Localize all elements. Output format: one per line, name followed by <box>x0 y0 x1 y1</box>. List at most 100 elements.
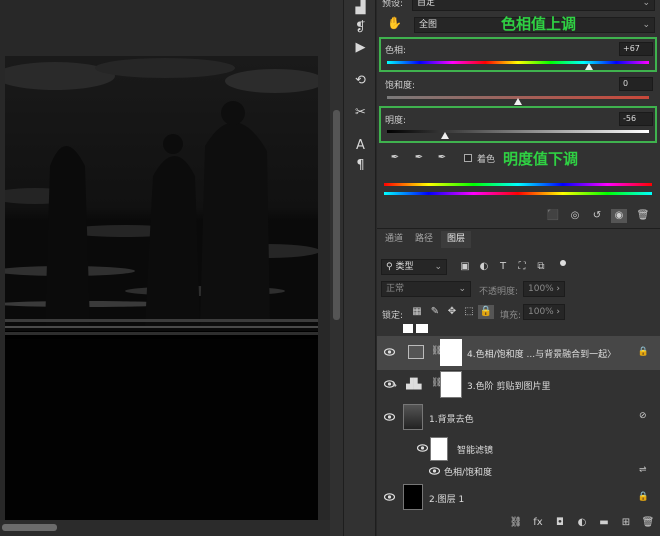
layer-thumbnail[interactable] <box>403 404 423 430</box>
vertical-scrollbar[interactable] <box>330 0 343 536</box>
reset-icon[interactable]: ↺ <box>589 209 605 223</box>
layer-mask-thumbnail[interactable] <box>440 371 462 398</box>
targeted-adjustment-hand-icon[interactable]: ✋ <box>387 16 402 32</box>
blend-mode-select[interactable]: 正常 ⌄ <box>381 281 471 297</box>
eye-icon[interactable] <box>384 413 395 421</box>
preset-select[interactable]: 自定 ⌄ <box>412 0 655 11</box>
lock-all-icon[interactable]: 🔒 <box>478 305 494 319</box>
smart-filter-mask-thumbnail[interactable] <box>430 437 448 461</box>
info-icon[interactable]: ❡ <box>352 20 369 36</box>
eye-icon[interactable] <box>429 467 440 475</box>
hue-slider-track[interactable] <box>387 61 649 64</box>
scroll-thumb[interactable] <box>2 524 57 531</box>
tab-paths[interactable]: 路径 <box>409 231 439 248</box>
annotation-lightness-down: 明度值下调 <box>503 150 579 168</box>
scroll-thumb[interactable] <box>333 110 340 320</box>
layer-name[interactable]: 2.图层 1 <box>429 492 464 505</box>
layer-name[interactable]: 1.背景去色 <box>429 412 474 425</box>
layer-row[interactable]: 2.图层 1 🔒 <box>377 481 660 515</box>
new-layer-icon[interactable]: ⊞ <box>618 516 634 530</box>
lock-icon: 🔒 <box>637 347 649 357</box>
layer-filter-select[interactable]: ⚲ 类型 ⌄ <box>381 259 447 275</box>
lock-transparent-icon[interactable]: ▦ <box>409 305 425 319</box>
smart-filter-item[interactable]: 色相/饱和度 ⇌ <box>377 462 660 480</box>
eyedropper-minus-icon[interactable]: ✒ <box>434 151 450 165</box>
eye-icon[interactable] <box>384 348 395 356</box>
delete-layer-icon[interactable]: 🗑 <box>640 516 656 530</box>
pixel-filter-icon[interactable]: ▣ <box>457 260 473 274</box>
tool-presets-icon[interactable]: ✂ <box>352 105 369 121</box>
lock-artboard-icon[interactable]: ⬚ <box>461 305 477 319</box>
saturation-slider-thumb[interactable] <box>514 98 522 105</box>
view-previous-icon[interactable]: ◎ <box>567 209 583 223</box>
smart-filter-name[interactable]: 色相/饱和度 <box>444 465 492 478</box>
filter-blending-options-icon[interactable]: ⇌ <box>639 465 647 475</box>
shape-filter-icon[interactable]: ⛶ <box>514 260 530 274</box>
filter-kind-value: 类型 <box>395 262 414 272</box>
eyedropper-icon[interactable]: ✒ <box>387 151 403 165</box>
smart-object-filter-icon[interactable]: ⧉ <box>533 260 549 274</box>
history-icon[interactable]: ⟲ <box>352 73 369 89</box>
layer-mask-thumbnail <box>416 324 428 333</box>
eyedropper-plus-icon[interactable]: ✒ <box>411 151 427 165</box>
lightness-label: 明度: <box>385 116 407 126</box>
adjustment-filter-icon[interactable]: ◐ <box>476 260 492 274</box>
layer-mask-thumbnail[interactable] <box>440 339 462 366</box>
preset-value: 自定 <box>417 0 436 8</box>
lock-icon: 🔒 <box>637 492 649 502</box>
source-spectrum-bar <box>384 183 652 186</box>
result-spectrum-bar <box>384 192 652 195</box>
add-mask-icon[interactable]: ◘ <box>552 516 568 530</box>
layer-thumbnail[interactable] <box>403 484 423 510</box>
levels-adjustment-icon: ▟▙ <box>406 379 422 390</box>
opacity-field[interactable]: 100% › <box>523 281 565 297</box>
divider <box>377 228 660 229</box>
new-adjustment-layer-icon[interactable]: ◐ <box>574 516 590 530</box>
clip-to-layer-icon[interactable]: ⬛ <box>545 209 561 223</box>
hue-value-field[interactable]: +67 <box>619 42 653 56</box>
smart-filters-row[interactable]: 智能滤镜 <box>377 436 660 461</box>
smart-filter-effects-icon[interactable]: ⊘ <box>639 411 647 421</box>
horizontal-scrollbar[interactable] <box>0 520 330 536</box>
eye-icon[interactable] <box>384 493 395 501</box>
lock-position-icon[interactable]: ✥ <box>444 305 460 319</box>
search-icon: ⚲ <box>386 262 393 272</box>
layer-row[interactable]: ⛓ 4.色相/饱和度 ...与背景融合到一起〉 🔒 <box>377 336 660 370</box>
tab-layers[interactable]: 图层 <box>441 231 472 248</box>
lightness-slider-track[interactable] <box>387 130 649 133</box>
properties-layers-panel: 预设: 自定 ⌄ ✋ 全图 ⌄ 色相值上调 色相: +67 饱和度: 0 明度: -… <box>377 0 660 536</box>
eye-icon[interactable] <box>417 444 428 452</box>
tab-channels[interactable]: 通道 <box>379 231 409 248</box>
character-icon[interactable]: A <box>352 138 369 154</box>
histogram-icon[interactable]: ▟ <box>352 0 369 16</box>
layer-thumbnail <box>403 324 413 333</box>
lightness-slider-thumb[interactable] <box>440 132 449 139</box>
canvas-area[interactable] <box>0 0 343 536</box>
lightness-value-field[interactable]: -56 <box>619 112 653 126</box>
document-canvas[interactable] <box>5 56 318 521</box>
layer-name[interactable]: 4.色相/饱和度 ...与背景融合到一起〉 <box>467 347 616 360</box>
link-layers-icon[interactable]: ⛓ <box>508 516 524 530</box>
clip-arrow-icon: ↳ <box>391 380 398 389</box>
filter-toggle-icon[interactable] <box>560 260 566 266</box>
saturation-label: 饱和度: <box>385 81 416 91</box>
smart-filters-label[interactable]: 智能滤镜 <box>457 443 493 456</box>
trash-icon[interactable]: 🗑 <box>635 209 651 223</box>
hue-label: 色相: <box>385 46 407 56</box>
new-group-icon[interactable]: ▬ <box>596 516 612 530</box>
fill-label: 填充: <box>500 311 522 321</box>
saturation-value-field[interactable]: 0 <box>619 77 653 91</box>
fx-icon[interactable]: fx <box>530 516 546 530</box>
actions-play-icon[interactable]: ▶ <box>352 40 369 56</box>
layer-row[interactable]: 1.背景去色 ⊘ <box>377 401 660 435</box>
paragraph-icon[interactable]: ¶ <box>352 158 369 174</box>
layer-name[interactable]: 3.色阶 剪贴到图片里 <box>467 379 550 392</box>
layer-row[interactable]: ↳ ▟▙ ⛓ 3.色阶 剪贴到图片里 <box>377 368 660 402</box>
colorize-checkbox[interactable] <box>464 154 472 162</box>
fill-field[interactable]: 100% › <box>523 304 565 320</box>
visibility-eye-icon[interactable]: ◉ <box>611 209 627 223</box>
hue-slider-thumb[interactable] <box>584 63 593 70</box>
lock-image-icon[interactable]: ✎ <box>427 305 443 319</box>
channel-value: 全图 <box>419 20 438 30</box>
type-filter-icon[interactable]: T <box>495 260 511 274</box>
